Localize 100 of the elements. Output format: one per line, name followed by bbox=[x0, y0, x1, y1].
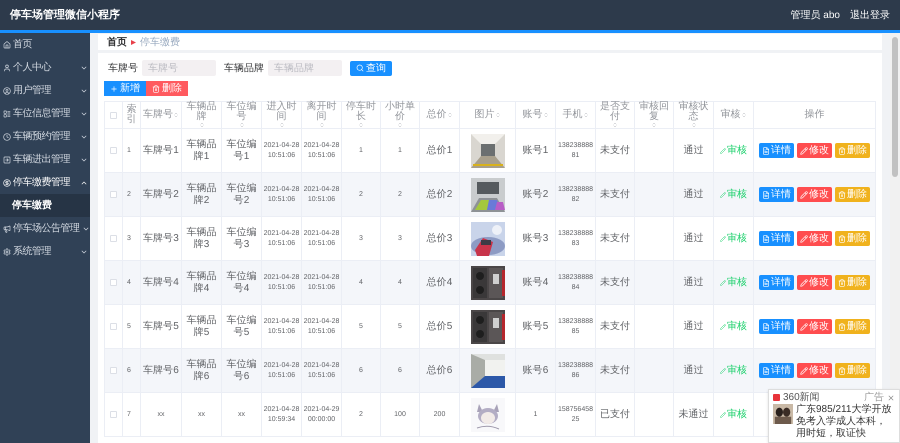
delete-button[interactable]: 删除 bbox=[835, 275, 870, 290]
column-header: 索引 bbox=[126, 105, 138, 125]
search-field[interactable]: 车牌号 bbox=[142, 60, 216, 76]
separator-icon bbox=[130, 38, 137, 46]
column-header: 审核回复 bbox=[638, 102, 670, 122]
column-header: 审核 bbox=[720, 110, 740, 120]
review-link[interactable]: 审核 bbox=[720, 364, 747, 376]
sidebar-item[interactable]: 停车缴费管理 bbox=[0, 171, 90, 194]
details-button[interactable]: 详情 bbox=[759, 275, 794, 290]
table-cell-text: 账号3 bbox=[522, 232, 550, 244]
delete-button[interactable]: 删除 bbox=[835, 187, 870, 202]
column-header: 图片 bbox=[474, 110, 494, 120]
checkbox[interactable] bbox=[110, 323, 117, 330]
home-icon bbox=[3, 40, 11, 48]
coin-icon bbox=[3, 178, 11, 186]
details-button[interactable]: 详情 bbox=[759, 231, 794, 246]
details-button[interactable]: 详情 bbox=[759, 319, 794, 334]
close-icon[interactable] bbox=[887, 394, 895, 402]
pencil-icon bbox=[720, 236, 726, 242]
table-cell-text: 总价4 bbox=[426, 276, 454, 288]
table-cell-text: 账号5 bbox=[522, 320, 550, 332]
table-cell-text: 未支付 bbox=[599, 188, 631, 200]
table-cell-text: 未支付 bbox=[599, 320, 631, 332]
delete-button[interactable]: 删除 bbox=[835, 363, 870, 378]
table-cell: 车牌号3 bbox=[142, 232, 180, 244]
logout-link[interactable]: 退出登录 bbox=[850, 8, 890, 22]
trash-icon bbox=[838, 366, 846, 374]
sidebar-item[interactable]: 个人中心 bbox=[0, 56, 90, 79]
edit-button[interactable]: 修改 bbox=[797, 319, 832, 334]
sidebar-item[interactable]: 首页 bbox=[0, 33, 90, 56]
checkbox[interactable] bbox=[110, 279, 117, 286]
table-cell-text: 车位编号5 bbox=[226, 314, 258, 338]
document-icon bbox=[762, 322, 770, 330]
edit-button[interactable]: 修改 bbox=[797, 275, 832, 290]
pencil-icon bbox=[800, 278, 808, 286]
trash-icon bbox=[838, 146, 846, 154]
checkbox[interactable] bbox=[110, 411, 117, 418]
checkbox[interactable] bbox=[110, 367, 117, 374]
checkbox[interactable] bbox=[110, 147, 117, 154]
details-button[interactable]: 详情 bbox=[759, 363, 794, 378]
delete-button[interactable]: 删除 bbox=[835, 143, 870, 158]
checkbox[interactable] bbox=[110, 235, 117, 242]
pencil-icon bbox=[720, 280, 726, 286]
edit-button[interactable]: 修改 bbox=[797, 187, 832, 202]
document-icon bbox=[762, 366, 770, 374]
pencil-icon bbox=[720, 412, 726, 418]
add-button[interactable]: 新增 bbox=[104, 81, 146, 96]
review-link[interactable]: 审核 bbox=[720, 232, 747, 244]
review-link[interactable]: 审核 bbox=[720, 276, 747, 288]
table-cell-text: 未通过 bbox=[678, 408, 710, 420]
sidebar-item[interactable]: 车位信息管理 bbox=[0, 102, 90, 125]
review-link[interactable]: 审核 bbox=[720, 144, 747, 156]
delete-button[interactable]: 删除 bbox=[146, 81, 188, 96]
column-header: 操作 bbox=[804, 110, 824, 120]
sidebar-item[interactable]: 系统管理 bbox=[0, 240, 90, 263]
table-cell-text: 通过 bbox=[682, 232, 704, 244]
sidebar-item[interactable]: 车辆进出管理 bbox=[0, 148, 90, 171]
table-cell-text: 总价2 bbox=[426, 188, 454, 200]
search-icon bbox=[356, 64, 364, 72]
table-cell-text: 通过 bbox=[682, 320, 704, 332]
edit-button[interactable]: 修改 bbox=[797, 143, 832, 158]
table-cell: 车牌号5 bbox=[142, 320, 180, 332]
checkbox[interactable] bbox=[110, 112, 117, 118]
details-button[interactable]: 详情 bbox=[759, 187, 794, 202]
notification-source: 360新闻 bbox=[783, 392, 820, 403]
table-cell-text: 总价1 bbox=[426, 144, 454, 156]
list-icon bbox=[3, 110, 11, 118]
sidebar-item[interactable]: 停车场公告管理 bbox=[0, 217, 90, 240]
app-title: 停车场管理微信小程序 bbox=[10, 8, 120, 23]
trash-icon bbox=[838, 190, 846, 198]
megaphone-icon bbox=[3, 224, 11, 232]
review-link[interactable]: 审核 bbox=[720, 408, 747, 420]
breadcrumb-link[interactable]: 停车缴费 bbox=[140, 34, 180, 50]
table-cell-text: 通过 bbox=[682, 144, 704, 156]
breadcrumb-link[interactable]: 首页 bbox=[107, 34, 127, 50]
edit-button[interactable]: 修改 bbox=[797, 231, 832, 246]
search-button[interactable]: 查询 bbox=[350, 60, 392, 76]
checkbox[interactable] bbox=[110, 191, 117, 198]
delete-button[interactable]: 删除 bbox=[835, 231, 870, 246]
table-cell-text: 通过 bbox=[682, 364, 704, 376]
table-cell-text: 车辆品牌2 bbox=[186, 182, 218, 206]
details-button[interactable]: 详情 bbox=[759, 143, 794, 158]
pencil-icon bbox=[800, 146, 808, 154]
notification-text: 广东985/211大学开放免考入学成人本科，用时短，取证快 bbox=[796, 404, 892, 440]
edit-button[interactable]: 修改 bbox=[797, 363, 832, 378]
search-field[interactable]: 车辆品牌 bbox=[268, 60, 342, 76]
column-header: 手机 bbox=[562, 110, 582, 120]
document-icon bbox=[762, 234, 770, 242]
sidebar-item[interactable]: 用户管理 bbox=[0, 79, 90, 102]
trash-icon bbox=[838, 234, 846, 242]
user-name: 管理员 abo bbox=[790, 8, 840, 22]
table-cell: 车牌号6 bbox=[142, 364, 180, 376]
column-header: 车位编号 bbox=[226, 102, 258, 122]
review-link[interactable]: 审核 bbox=[720, 320, 747, 332]
delete-button[interactable]: 删除 bbox=[835, 319, 870, 334]
sidebar-subitem[interactable]: 停车缴费 bbox=[0, 194, 90, 217]
pencil-icon bbox=[720, 324, 726, 330]
sidebar-item[interactable]: 车辆预约管理 bbox=[0, 125, 90, 148]
column-header: 进入时间 bbox=[266, 102, 298, 122]
review-link[interactable]: 审核 bbox=[720, 188, 747, 200]
